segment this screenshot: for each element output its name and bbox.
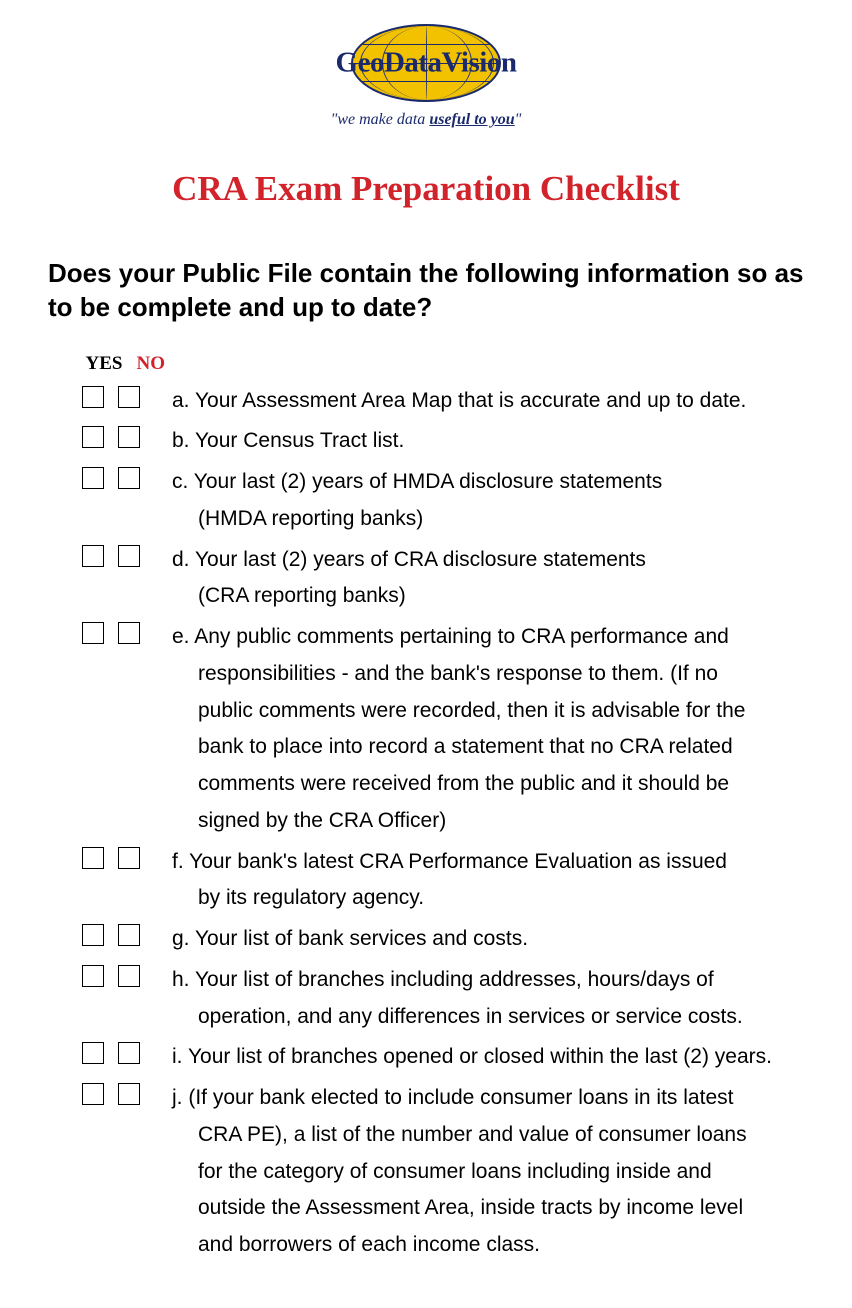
item-text: b. Your Census Tract list. (172, 423, 804, 460)
item-line: and borrowers of each income class. (198, 1227, 804, 1264)
checkbox-yes[interactable] (82, 467, 104, 489)
checkbox-group (82, 464, 172, 489)
checkbox-group (82, 542, 172, 567)
checkbox-group (82, 1080, 172, 1105)
header-yes: YES (82, 353, 126, 375)
item-line: by its regulatory agency. (198, 880, 804, 917)
checkbox-no[interactable] (118, 386, 140, 408)
checklist-row: a. Your Assessment Area Map that is accu… (82, 383, 804, 420)
item-line: (HMDA reporting banks) (198, 501, 804, 538)
item-line: i. Your list of branches opened or close… (172, 1039, 804, 1076)
checkbox-group (82, 962, 172, 987)
checklist-rows: a. Your Assessment Area Map that is accu… (82, 383, 804, 1264)
checklist-row: h. Your list of branches including addre… (82, 962, 804, 1036)
checklist-row: i. Your list of branches opened or close… (82, 1039, 804, 1076)
item-line: CRA PE), a list of the number and value … (198, 1117, 804, 1154)
logo-text: GeoDataVision (324, 46, 529, 79)
item-line: responsibilities - and the bank's respon… (198, 656, 804, 693)
checkbox-no[interactable] (118, 847, 140, 869)
item-line: b. Your Census Tract list. (172, 423, 804, 460)
tagline-suffix: " (515, 111, 522, 128)
checkbox-yes[interactable] (82, 622, 104, 644)
item-line: g. Your list of bank services and costs. (172, 921, 804, 958)
item-line: for the category of consumer loans inclu… (198, 1154, 804, 1191)
checklist-row: g. Your list of bank services and costs. (82, 921, 804, 958)
item-text: a. Your Assessment Area Map that is accu… (172, 383, 804, 420)
item-line: f. Your bank's latest CRA Performance Ev… (172, 844, 804, 881)
checklist-row: d. Your last (2) years of CRA disclosure… (82, 542, 804, 616)
item-line: a. Your Assessment Area Map that is accu… (172, 383, 804, 420)
item-line: operation, and any differences in servic… (198, 999, 804, 1036)
logo: GeoDataVision (324, 25, 529, 100)
tagline-underline: useful to you (429, 111, 514, 128)
item-text: j. (If your bank elected to include cons… (172, 1080, 804, 1264)
item-line: bank to place into record a statement th… (198, 729, 804, 766)
column-headers: YES NO (82, 353, 804, 375)
checkbox-yes[interactable] (82, 924, 104, 946)
checkbox-no[interactable] (118, 622, 140, 644)
item-line: signed by the CRA Officer) (198, 803, 804, 840)
item-text: h. Your list of branches including addre… (172, 962, 804, 1036)
checklist-row: c. Your last (2) years of HMDA disclosur… (82, 464, 804, 538)
question-heading: Does your Public File contain the follow… (48, 257, 804, 325)
checkbox-group (82, 383, 172, 408)
checkbox-no[interactable] (118, 467, 140, 489)
item-line: e. Any public comments pertaining to CRA… (172, 619, 804, 656)
checkbox-group (82, 423, 172, 448)
item-line: d. Your last (2) years of CRA disclosure… (172, 542, 804, 579)
page-title: CRA Exam Preparation Checklist (48, 169, 804, 209)
item-text: e. Any public comments pertaining to CRA… (172, 619, 804, 840)
checklist-row: f. Your bank's latest CRA Performance Ev… (82, 844, 804, 918)
item-text: i. Your list of branches opened or close… (172, 1039, 804, 1076)
item-text: d. Your last (2) years of CRA disclosure… (172, 542, 804, 616)
checkbox-no[interactable] (118, 545, 140, 567)
checkbox-group (82, 619, 172, 644)
tagline-prefix: "we make data (331, 111, 430, 128)
item-line: j. (If your bank elected to include cons… (172, 1080, 804, 1117)
checklist-row: b. Your Census Tract list. (82, 423, 804, 460)
item-line: c. Your last (2) years of HMDA disclosur… (172, 464, 804, 501)
checklist-row: e. Any public comments pertaining to CRA… (82, 619, 804, 840)
checkbox-group (82, 1039, 172, 1064)
checkbox-no[interactable] (118, 426, 140, 448)
item-text: g. Your list of bank services and costs. (172, 921, 804, 958)
checkbox-group (82, 844, 172, 869)
checklist-row: j. (If your bank elected to include cons… (82, 1080, 804, 1264)
item-line: h. Your list of branches including addre… (172, 962, 804, 999)
header-no: NO (131, 353, 171, 375)
checkbox-yes[interactable] (82, 545, 104, 567)
item-line: comments were received from the public a… (198, 766, 804, 803)
checkbox-no[interactable] (118, 1042, 140, 1064)
tagline: "we make data useful to you" (48, 111, 804, 129)
checkbox-yes[interactable] (82, 965, 104, 987)
item-line: (CRA reporting banks) (198, 578, 804, 615)
checkbox-yes[interactable] (82, 1083, 104, 1105)
logo-block: GeoDataVision "we make data useful to yo… (48, 25, 804, 129)
item-line: outside the Assessment Area, inside trac… (198, 1190, 804, 1227)
checkbox-no[interactable] (118, 924, 140, 946)
checkbox-yes[interactable] (82, 426, 104, 448)
checkbox-yes[interactable] (82, 1042, 104, 1064)
checkbox-yes[interactable] (82, 386, 104, 408)
checklist: YES NO a. Your Assessment Area Map that … (82, 353, 804, 1264)
checkbox-no[interactable] (118, 965, 140, 987)
item-text: f. Your bank's latest CRA Performance Ev… (172, 844, 804, 918)
checkbox-yes[interactable] (82, 847, 104, 869)
checkbox-group (82, 921, 172, 946)
item-line: public comments were recorded, then it i… (198, 693, 804, 730)
checkbox-no[interactable] (118, 1083, 140, 1105)
page: GeoDataVision "we make data useful to yo… (0, 0, 852, 1308)
item-text: c. Your last (2) years of HMDA disclosur… (172, 464, 804, 538)
